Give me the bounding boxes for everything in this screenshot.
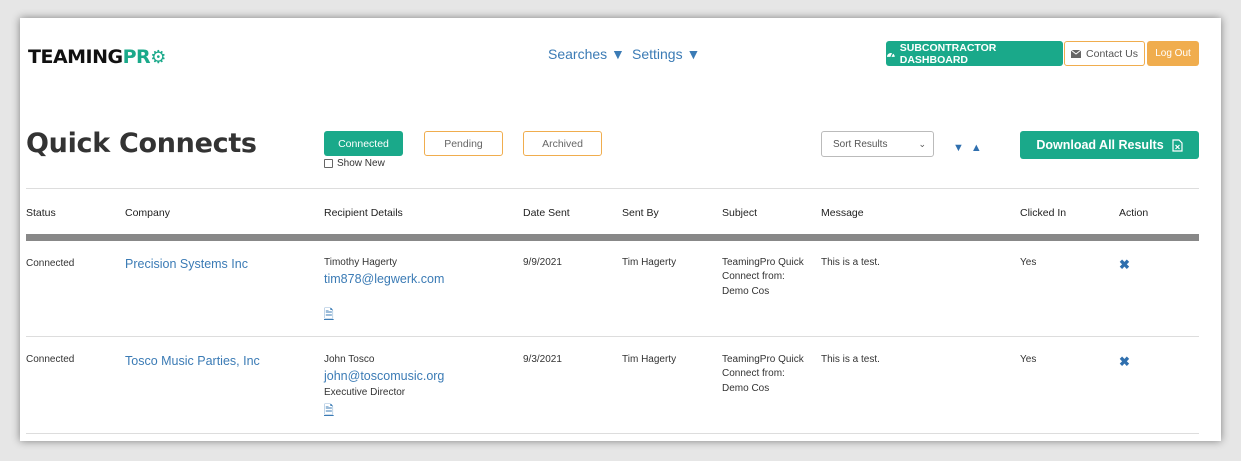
subcontractor-dashboard-button[interactable]: SUBCONTRACTOR DASHBOARD [886,41,1063,66]
header-date-sent: Date Sent [523,207,570,219]
contact-us-button[interactable]: Contact Us [1064,41,1145,66]
row-company-link[interactable]: Tosco Music Parties, Inc [125,354,260,368]
row-recipient-email[interactable]: tim878@legwerk.com [324,272,444,286]
row-date-sent: 9/3/2021 [523,354,562,365]
page-title: Quick Connects [26,128,257,159]
header-clicked-in: Clicked In [1020,207,1067,219]
contact-us-label: Contact Us [1086,47,1138,60]
document-icon[interactable]: 🗎 [324,401,334,422]
document-icon[interactable]: 🗎 [324,305,334,326]
row-subject-line-3: Demo Cos [722,383,770,394]
header-action: Action [1119,207,1149,219]
show-new-checkbox[interactable] [324,159,333,168]
row-divider [26,336,1199,337]
remove-icon[interactable]: ✖ [1119,354,1130,370]
tab-archived[interactable]: Archived [523,131,602,156]
row-message: This is a test. [821,257,880,268]
tab-pending[interactable]: Pending [424,131,503,156]
row-subject-line-1: TeamingPro Quick [722,354,804,365]
row-status: Connected [26,258,75,269]
header-recipient: Recipient Details [324,207,403,219]
row-subject-line-3: Demo Cos [722,286,770,297]
download-all-results-label: Download All Results [1036,138,1164,152]
header-status: Status [26,207,56,219]
row-subject-line-2: Connect from: [722,368,785,379]
app-window: TEAMINGPR⚙ Searches ▼ Settings ▼ SUBCONT… [20,18,1221,441]
sort-results-value: Sort Results [833,138,888,150]
sort-ascending-icon[interactable]: ▲ [971,143,982,154]
sort-direction: ▼ ▲ [953,143,982,154]
sort-results-select[interactable]: Sort Results ⌄ [821,131,934,157]
header-message: Message [821,207,864,219]
download-all-results-button[interactable]: Download All Results [1020,131,1199,159]
logo-text-pro: PR [122,46,151,68]
header-sent-by: Sent By [622,207,659,219]
row-subject-line-2: Connect from: [722,271,785,282]
row-message: This is a test. [821,354,880,365]
row-clicked-in: Yes [1020,257,1037,268]
row-company-link[interactable]: Precision Systems Inc [125,257,248,271]
row-clicked-in: Yes [1020,354,1037,365]
row-recipient-name: Timothy Hagerty [324,257,397,268]
sort-descending-icon[interactable]: ▼ [953,143,964,154]
tab-connected[interactable]: Connected [324,131,403,156]
row-recipient-name: John Tosco [324,354,375,365]
row-status: Connected [26,354,75,365]
row-sent-by: Tim Hagerty [622,257,677,268]
header-company: Company [125,207,170,219]
row-subject-line-1: TeamingPro Quick [722,257,804,268]
header-subject: Subject [722,207,758,219]
row-recipient-title: Executive Director [324,387,406,398]
show-new-label: Show New [337,158,385,169]
row-date-sent: 9/9/2021 [523,257,562,268]
header-divider [26,188,1199,189]
show-new-toggle[interactable]: Show New [324,158,385,169]
logo-text: TEAMING [28,46,123,68]
row-divider [26,433,1199,434]
chevron-down-icon: ⌄ [918,138,926,149]
table-header-bar [26,234,1199,241]
dashboard-icon [886,52,895,58]
gear-icon: ⚙ [150,47,166,68]
nav-searches[interactable]: Searches ▼ [548,46,625,62]
excel-file-icon [1172,138,1183,152]
envelope-icon [1071,49,1082,58]
nav-settings[interactable]: Settings ▼ [632,46,700,62]
row-recipient-email[interactable]: john@toscomusic.org [324,369,444,383]
row-sent-by: Tim Hagerty [622,354,677,365]
teamingpro-logo[interactable]: TEAMINGPR⚙ [28,46,166,68]
remove-icon[interactable]: ✖ [1119,257,1130,273]
log-out-button[interactable]: Log Out [1147,41,1199,66]
subcontractor-dashboard-label: SUBCONTRACTOR DASHBOARD [899,41,997,66]
